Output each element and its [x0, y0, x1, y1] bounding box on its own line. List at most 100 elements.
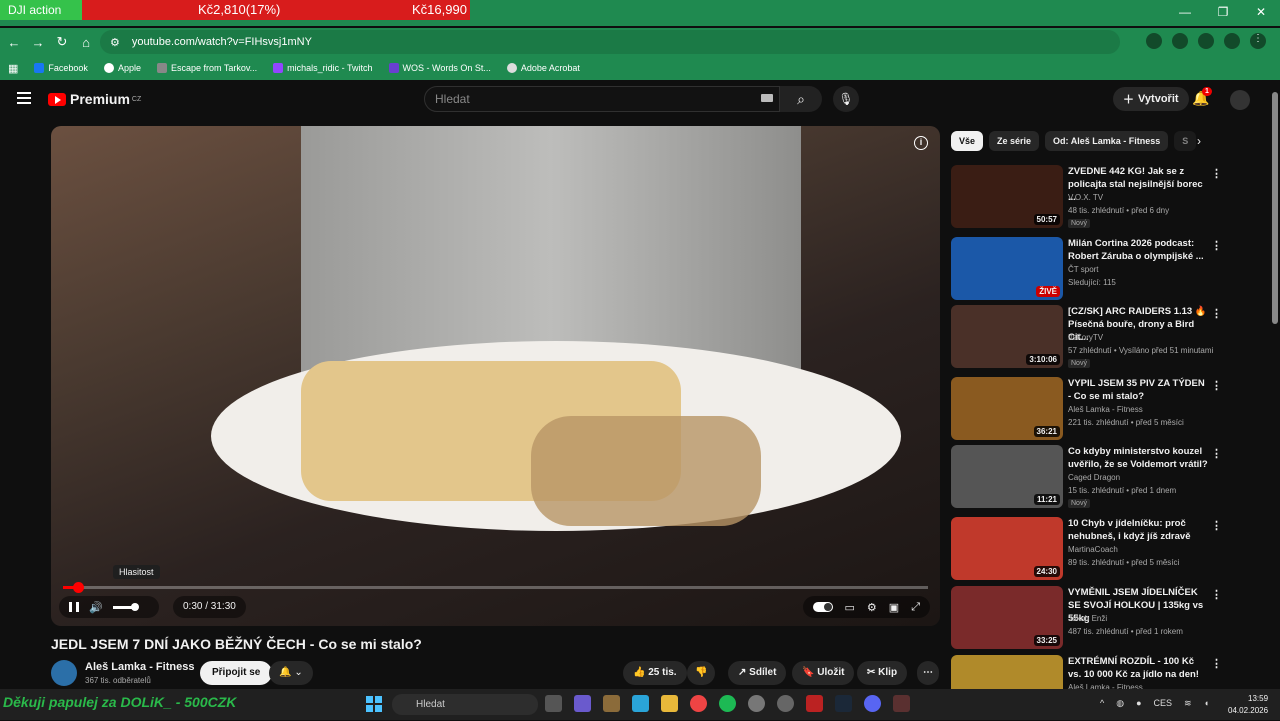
bookmark-acrobat[interactable]: Adobe Acrobat	[506, 63, 580, 73]
minimize-button[interactable]: —	[1166, 5, 1204, 19]
chip-more[interactable]: S	[1174, 131, 1197, 151]
more-options-icon[interactable]: ⋮	[1211, 307, 1222, 320]
windows-start-icon[interactable]	[366, 696, 382, 712]
puzzle-icon[interactable]	[1198, 33, 1214, 49]
notifications-icon[interactable]: 🔔 1	[1192, 87, 1212, 107]
video-thumbnail[interactable]: 33:25	[951, 586, 1063, 649]
more-options-icon[interactable]: ⋮	[1211, 588, 1222, 601]
network-icon[interactable]: ◍	[1116, 698, 1124, 709]
more-actions-icon[interactable]: ⋯	[917, 661, 939, 685]
video-thumbnail[interactable]: 3:10:06	[951, 305, 1063, 368]
extension-icon[interactable]	[1172, 33, 1188, 49]
pause-icon[interactable]	[69, 602, 79, 612]
chip-channel[interactable]: Od: Aleš Lamka - Fitness	[1045, 131, 1169, 151]
more-options-icon[interactable]: ⋮	[1211, 239, 1222, 252]
forward-icon[interactable]: →	[26, 35, 50, 50]
miniplayer-icon[interactable]: ▣	[889, 601, 899, 614]
url-field[interactable]: ⚙ youtube.com/watch?v=FIHsvsj1mNY	[100, 30, 1120, 54]
chevron-up-icon[interactable]: ^	[1100, 698, 1104, 709]
mic-icon[interactable]: 🎙	[833, 86, 859, 112]
volume-slider[interactable]	[112, 602, 139, 611]
more-options-icon[interactable]: ⋮	[1211, 447, 1222, 460]
video-player[interactable]: i Hlasitost 🔊 0:30 / 31:30 ▭ ⚙ ▣ ⤢	[51, 126, 940, 626]
recommended-video[interactable]: 33:25 VYMĚNIL JSEM JÍDELNÍČEK SE SVOJÍ HO…	[951, 586, 1271, 652]
recommended-video[interactable]: 50:57 ZVEDNE 442 KG! Jak se z policajta s…	[951, 165, 1271, 231]
back-icon[interactable]: ←	[2, 35, 26, 50]
recommended-video[interactable]: ŽIVĚ Milán Cortina 2026 podcast: Robert Z…	[951, 237, 1271, 303]
bookmark-twitch[interactable]: michals_ridic - Twitch	[273, 63, 373, 73]
youtube-logo[interactable]: Premium CZ	[48, 91, 141, 107]
dislike-button[interactable]: 👎	[687, 661, 716, 685]
video-thumbnail[interactable]: 11:21	[951, 445, 1063, 508]
scrubber-handle[interactable]	[73, 582, 84, 593]
folder-icon[interactable]	[661, 695, 678, 712]
discord-icon[interactable]	[864, 695, 881, 712]
notification-bell-button[interactable]: 🔔 ⌄	[269, 661, 313, 685]
app-icon[interactable]	[893, 695, 910, 712]
taskbar-search[interactable]: Hledat	[392, 694, 538, 715]
maximize-button[interactable]: ❐	[1204, 5, 1242, 19]
create-button[interactable]: ＋ Vytvořit	[1113, 87, 1189, 111]
bookmark-tarkov[interactable]: Escape from Tarkov...	[156, 63, 257, 73]
more-options-icon[interactable]: ⋮	[1211, 379, 1222, 392]
share-button[interactable]: ↗ Sdílet	[728, 661, 787, 685]
recommended-video[interactable]: 3:10:06 [CZ/SK] ARC RAIDERS 1.13 🔥 Písečn…	[951, 305, 1271, 371]
subscribe-button[interactable]: Připojit se	[200, 661, 273, 685]
info-icon[interactable]: i	[914, 136, 928, 150]
profile-icon[interactable]	[1224, 33, 1240, 49]
keyboard-icon[interactable]	[761, 94, 773, 102]
chip-series[interactable]: Ze série	[989, 131, 1040, 151]
close-button[interactable]: ✕	[1242, 5, 1280, 19]
chevron-right-icon[interactable]: ›	[1197, 134, 1201, 148]
autoplay-toggle[interactable]	[812, 602, 833, 612]
recommended-video[interactable]: 11:21 Co kdyby ministerstvo kouzel uvěřil…	[951, 445, 1271, 511]
volume-tray-icon[interactable]: ◖	[1204, 698, 1209, 709]
account-avatar[interactable]	[1230, 90, 1250, 110]
clock[interactable]: 13:59 04.02.2026	[1228, 693, 1268, 717]
search-input[interactable]: Hledat	[424, 86, 780, 112]
bookmark-apple[interactable]: Apple	[103, 63, 141, 73]
channel-name[interactable]: Aleš Lamka - Fitness	[85, 661, 194, 673]
more-options-icon[interactable]: ⋮	[1211, 519, 1222, 532]
spotify-icon[interactable]	[719, 695, 736, 712]
mic-tray-icon[interactable]: ●	[1136, 698, 1141, 709]
chrome-icon[interactable]	[690, 695, 707, 712]
app-icon[interactable]	[777, 695, 794, 712]
settings-gear-icon[interactable]: ⚙	[867, 601, 877, 614]
wifi-icon[interactable]: ≋	[1184, 698, 1192, 709]
task-view-icon[interactable]	[545, 695, 562, 712]
more-options-icon[interactable]: ⋮	[1211, 657, 1222, 670]
kebab-menu-icon[interactable]: ⋮	[1250, 33, 1266, 49]
apps-grid-icon[interactable]: ▦	[8, 62, 18, 75]
volume-icon[interactable]: 🔊	[89, 601, 103, 614]
subtitles-icon[interactable]: ▭	[845, 601, 855, 614]
chip-all[interactable]: Vše	[951, 131, 984, 151]
language-indicator[interactable]: CES	[1154, 698, 1173, 709]
search-button[interactable]: ⌕	[780, 86, 822, 112]
video-thumbnail[interactable]: ŽIVĚ	[951, 237, 1063, 300]
steam-icon[interactable]	[835, 695, 852, 712]
progress-bar[interactable]	[63, 582, 928, 593]
app-icon[interactable]	[632, 695, 649, 712]
more-options-icon[interactable]: ⋮	[1211, 167, 1222, 180]
app-icon[interactable]	[806, 695, 823, 712]
app-icon[interactable]	[748, 695, 765, 712]
app-icon[interactable]	[603, 695, 620, 712]
fullscreen-icon[interactable]: ⤢	[911, 601, 920, 614]
like-button[interactable]: 👍 25 tis.	[623, 661, 687, 685]
hamburger-menu-icon[interactable]	[17, 92, 31, 104]
bookmark-facebook[interactable]: Facebook	[34, 63, 88, 73]
video-thumbnail[interactable]: 24:30	[951, 517, 1063, 580]
channel-avatar[interactable]	[51, 660, 77, 686]
reload-icon[interactable]: ↻	[50, 34, 74, 50]
save-button[interactable]: 🔖 Uložit	[792, 661, 855, 685]
recommended-video[interactable]: 36:21 VYPIL JSEM 35 PIV ZA TÝDEN - Co se …	[951, 377, 1271, 443]
scrollbar[interactable]	[1272, 92, 1278, 324]
site-info-icon[interactable]: ⚙	[110, 36, 120, 49]
extension-icon[interactable]	[1146, 33, 1162, 49]
video-thumbnail[interactable]: 50:57	[951, 165, 1063, 228]
recommended-video[interactable]: 24:30 10 Chyb v jídelníčku: proč nehubneš…	[951, 517, 1271, 583]
video-thumbnail[interactable]: 36:21	[951, 377, 1063, 440]
app-icon[interactable]	[574, 695, 591, 712]
home-icon[interactable]: ⌂	[74, 35, 98, 50]
